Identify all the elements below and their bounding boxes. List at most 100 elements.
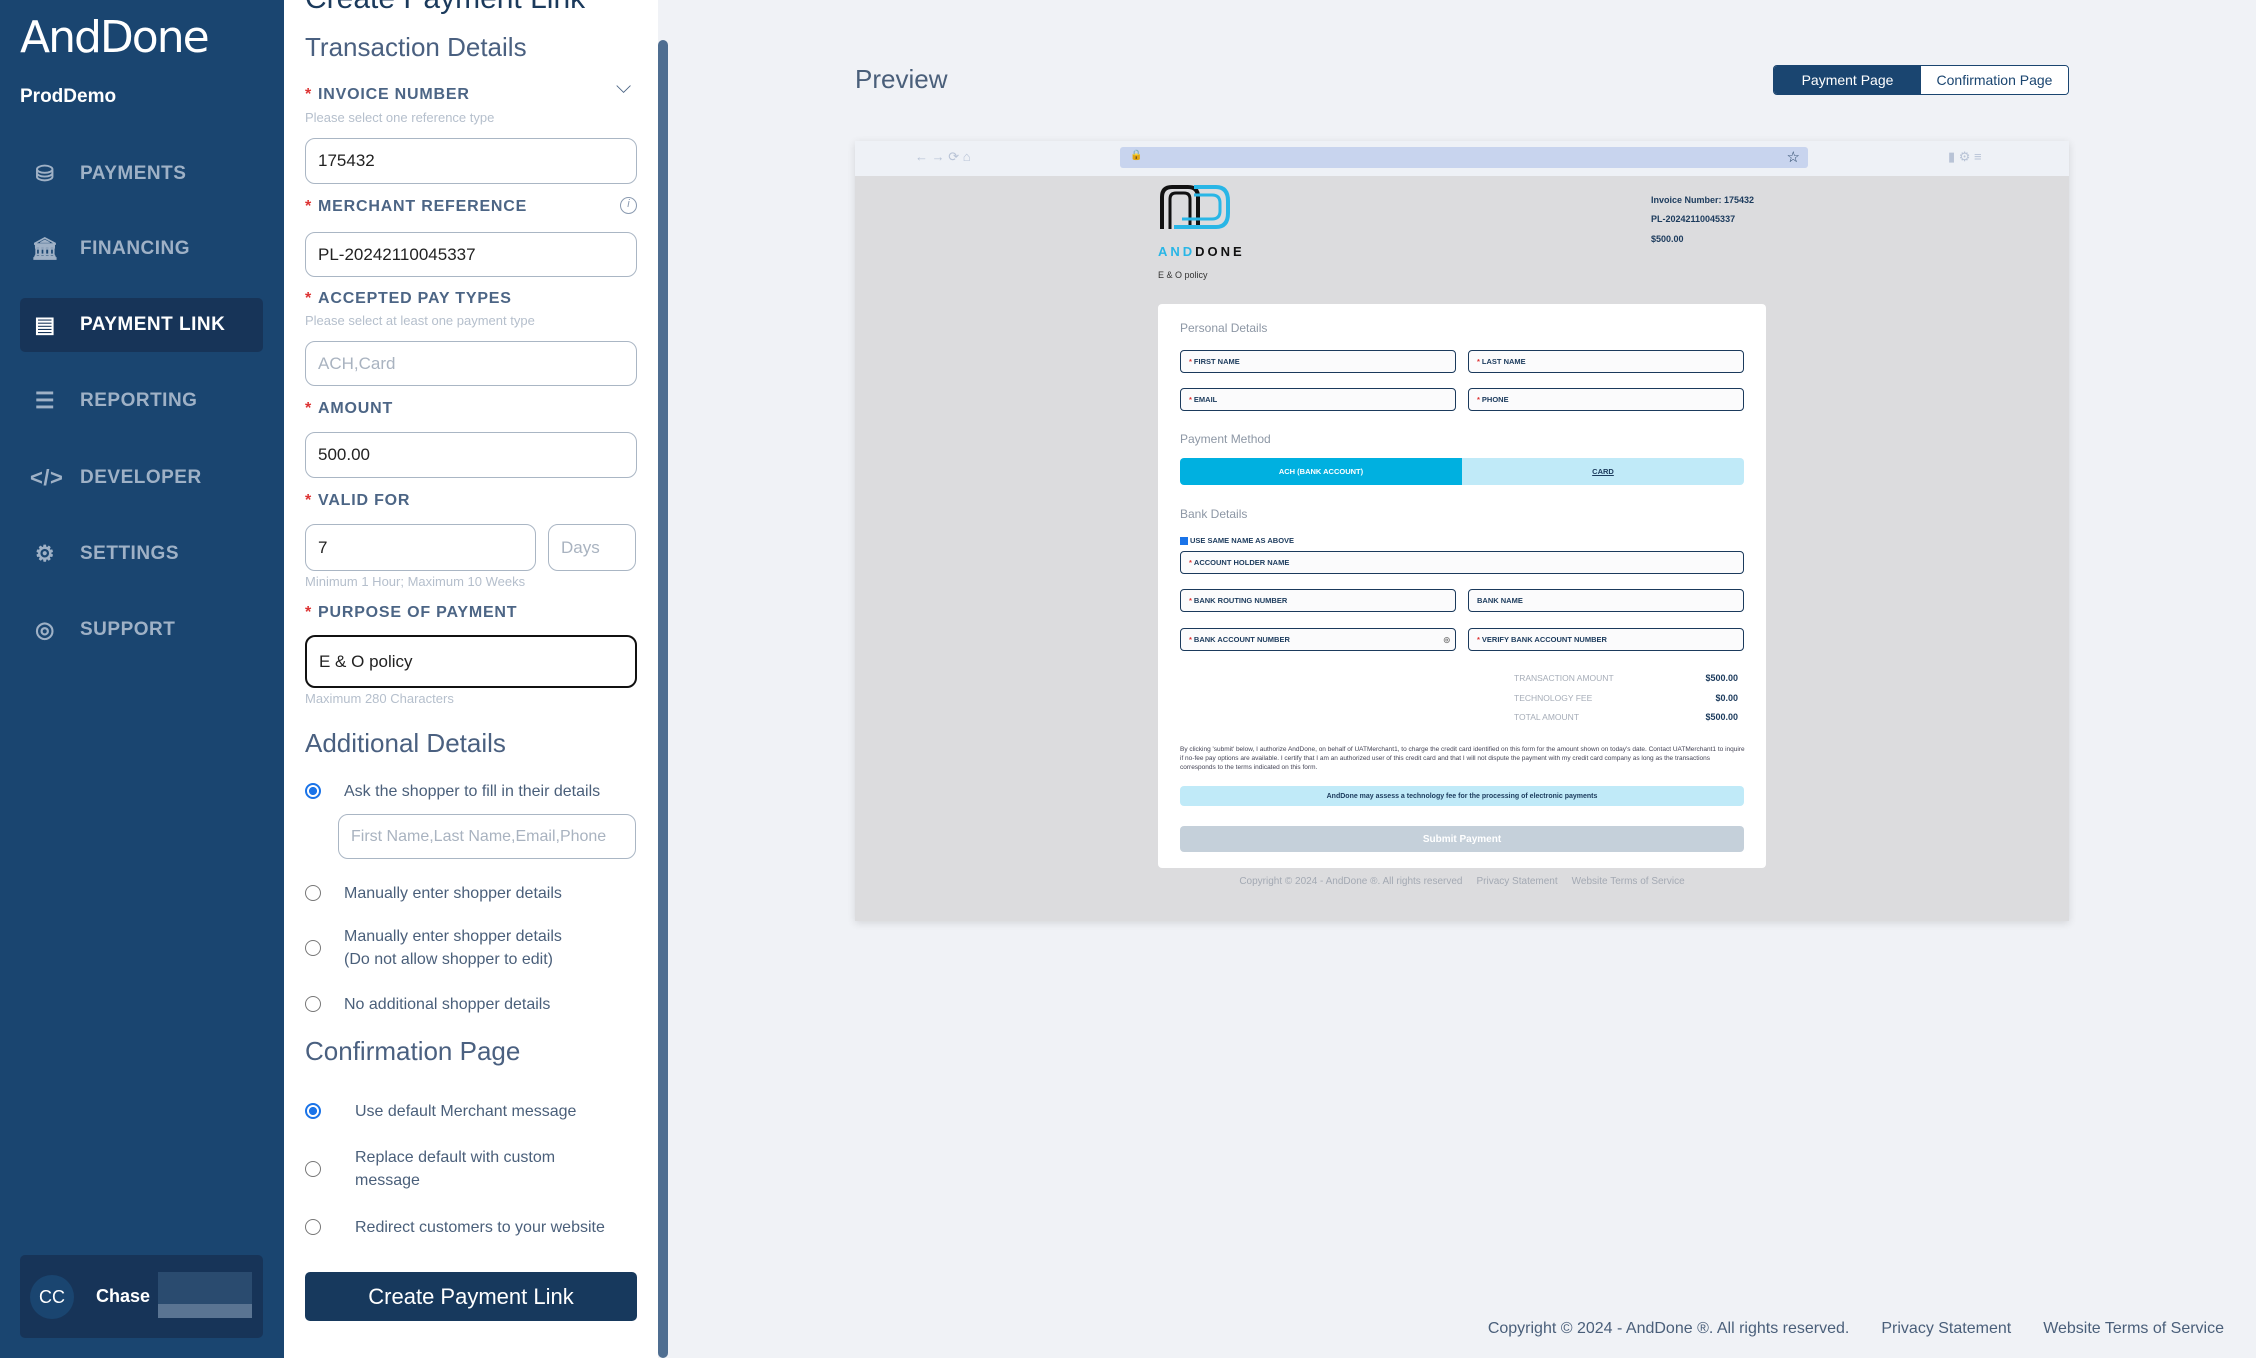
terms-link[interactable]: Website Terms of Service xyxy=(2043,1320,2224,1338)
create-payment-link-button[interactable]: Create Payment Link xyxy=(305,1272,637,1321)
radio-manual-entry[interactable] xyxy=(305,885,321,901)
confirmation-heading: Confirmation Page xyxy=(305,1036,521,1066)
amount-input[interactable]: 500.00 xyxy=(305,432,637,478)
page-title: Create Payment Link xyxy=(305,0,585,16)
radio-label: Ask the shopper to fill in their details xyxy=(344,783,601,800)
radio-manual-no-edit[interactable] xyxy=(305,940,321,956)
globe-icon: ◎ xyxy=(35,617,55,642)
checkbox-checked-icon xyxy=(1180,536,1188,545)
invoice-input[interactable]: 175432 xyxy=(305,138,637,184)
same-name-checkbox[interactable]: USE SAME NAME AS ABOVE xyxy=(1180,536,1294,545)
valid-for-label: * VALID FOR xyxy=(305,492,411,509)
legal-text: By clicking 'submit' below, I authorize … xyxy=(1180,746,1745,771)
summary-value: $0.00 xyxy=(1715,693,1738,703)
account-number-field[interactable]: * BANK ACCOUNT NUMBER ◎ xyxy=(1180,628,1456,651)
personal-heading: Personal Details xyxy=(1180,321,1268,335)
pay-types-label: * ACCEPTED PAY TYPES xyxy=(305,290,512,307)
sidebar-item-payments[interactable]: ⛁ PAYMENTS xyxy=(20,147,263,201)
merchant-ref-input[interactable]: PL-20242110045337 xyxy=(305,232,637,277)
card-tab[interactable]: CARD xyxy=(1462,458,1744,485)
summary-label: TOTAL AMOUNT xyxy=(1514,712,1580,722)
submit-payment-button[interactable]: Submit Payment xyxy=(1180,826,1744,852)
payment-form-card: Personal Details * FIRST NAME * LAST NAME … xyxy=(1158,304,1766,868)
nav-label: SUPPORT xyxy=(80,619,176,640)
bank-name-field[interactable]: BANK NAME xyxy=(1468,589,1744,612)
radio-custom-message[interactable] xyxy=(305,1161,321,1177)
amount-label: * AMOUNT xyxy=(305,400,394,417)
url-bar: 🔒 ☆ xyxy=(1120,147,1808,168)
preview-browser: ← → ⟳ ⌂ 🔒 ☆ ▮ ⚙ ≡ ANDDONE E & O policy In… xyxy=(855,141,2069,921)
tab-payment-page[interactable]: Payment Page xyxy=(1774,66,1921,94)
sidebar-item-support[interactable]: ◎ SUPPORT xyxy=(20,603,263,657)
preview-invoice: Invoice Number: 175432 xyxy=(1651,195,1755,205)
sidebar: AndDone ProdDemo ⛁ PAYMENTS 🏛 FINANCING ▤ P… xyxy=(0,0,284,1358)
purpose-input[interactable]: E & O policy xyxy=(305,635,637,688)
preview-tabs: Payment Page Confirmation Page xyxy=(1773,65,2069,95)
bank-heading: Bank Details xyxy=(1180,507,1248,521)
valid-for-hint: Minimum 1 Hour; Maximum 10 Weeks xyxy=(305,574,526,589)
nav-label: PAYMENT LINK xyxy=(80,314,226,335)
valid-for-unit-select[interactable]: Days xyxy=(548,524,636,571)
preview-title: Preview xyxy=(855,64,948,94)
info-icon[interactable]: i xyxy=(620,197,637,214)
purpose-hint: Maximum 280 Characters xyxy=(305,691,454,706)
preview-purpose: E & O policy xyxy=(1158,270,1208,280)
browser-toolbar: ← → ⟳ ⌂ 🔒 ☆ ▮ ⚙ ≡ xyxy=(855,141,2069,176)
additional-heading: Additional Details xyxy=(305,728,506,758)
avatar: CC xyxy=(30,1275,74,1319)
nav-label: DEVELOPER xyxy=(80,467,202,488)
radio-redirect[interactable] xyxy=(305,1219,321,1235)
method-heading: Payment Method xyxy=(1180,432,1271,446)
preview-privacy-link[interactable]: Privacy Statement xyxy=(1477,876,1558,887)
radio-default-message[interactable] xyxy=(305,1103,321,1119)
shopper-fields-select[interactable]: First Name,Last Name,Email,Phone xyxy=(338,814,636,859)
routing-field[interactable]: * BANK ROUTING NUMBER xyxy=(1180,589,1456,612)
phone-field[interactable]: * PHONE xyxy=(1468,388,1744,411)
user-menu[interactable]: CC Chase xyxy=(20,1255,263,1338)
privacy-link[interactable]: Privacy Statement xyxy=(1881,1320,2011,1338)
last-name-field[interactable]: * LAST NAME xyxy=(1468,350,1744,373)
nav-label: FINANCING xyxy=(80,238,191,259)
star-icon: ☆ xyxy=(1786,149,1800,166)
preview-terms-link[interactable]: Website Terms of Service xyxy=(1572,876,1685,887)
first-name-field[interactable]: * FIRST NAME xyxy=(1180,350,1456,373)
pay-types-select[interactable]: ACH,Card xyxy=(305,341,637,386)
org-name: ProdDemo xyxy=(20,86,117,107)
sidebar-item-reporting[interactable]: ☰ REPORTING xyxy=(20,374,263,428)
brand-logo: AndDone xyxy=(20,12,210,63)
account-holder-field[interactable]: * ACCOUNT HOLDER NAME xyxy=(1180,551,1744,574)
sidebar-item-settings[interactable]: ⚙ SETTINGS xyxy=(20,527,263,581)
sidebar-item-payment-link[interactable]: ▤ PAYMENT LINK xyxy=(20,298,263,352)
gear-icon: ⚙ xyxy=(34,541,56,566)
invoice-hint: Please select one reference type xyxy=(305,110,495,125)
nav-label: SETTINGS xyxy=(80,543,180,564)
fee-note: AndDone may assess a technology fee for … xyxy=(1180,786,1744,806)
sidebar-item-developer[interactable]: </> DEVELOPER xyxy=(20,451,263,505)
verify-account-field[interactable]: * VERIFY BANK ACCOUNT NUMBER xyxy=(1468,628,1744,651)
merchant-ref-label: * MERCHANT REFERENCE xyxy=(305,198,528,215)
ach-tab[interactable]: ACH (BANK ACCOUNT) xyxy=(1180,458,1462,485)
email-field[interactable]: * EMAIL xyxy=(1180,388,1456,411)
summary-value: $500.00 xyxy=(1705,673,1738,683)
preview-copyright: Copyright © 2024 - AndDone ®. All rights… xyxy=(1239,876,1463,887)
tab-confirmation-page[interactable]: Confirmation Page xyxy=(1921,66,2068,94)
purpose-label: * PURPOSE OF PAYMENT xyxy=(305,604,518,621)
radio-no-details[interactable] xyxy=(305,996,321,1012)
chevron-down-icon[interactable]: ⌵ xyxy=(616,76,631,99)
copyright: Copyright © 2024 - AndDone ®. All rights… xyxy=(1487,1320,1850,1337)
nav-icons: ← → ⟳ ⌂ xyxy=(915,149,971,164)
sidebar-item-financing[interactable]: 🏛 FINANCING xyxy=(20,222,263,276)
user-name: Chase xyxy=(96,1286,151,1306)
scrollbar[interactable] xyxy=(658,40,668,1358)
transaction-heading: Transaction Details xyxy=(305,32,527,62)
summary-label: TRANSACTION AMOUNT xyxy=(1514,673,1614,683)
eye-icon[interactable]: ◎ xyxy=(1443,635,1450,644)
radio-label: Manually enter shopper details (Do not a… xyxy=(344,928,562,968)
payments-icon: ⛁ xyxy=(35,161,55,186)
valid-for-input[interactable]: 7 xyxy=(305,524,536,571)
browser-menu-icons: ▮ ⚙ ≡ xyxy=(1948,149,1982,164)
summary-value: $500.00 xyxy=(1705,712,1738,722)
radio-label: Redirect customers to your website xyxy=(355,1219,605,1236)
preview-amount: $500.00 xyxy=(1651,234,1684,244)
radio-ask-shopper[interactable] xyxy=(305,783,321,799)
